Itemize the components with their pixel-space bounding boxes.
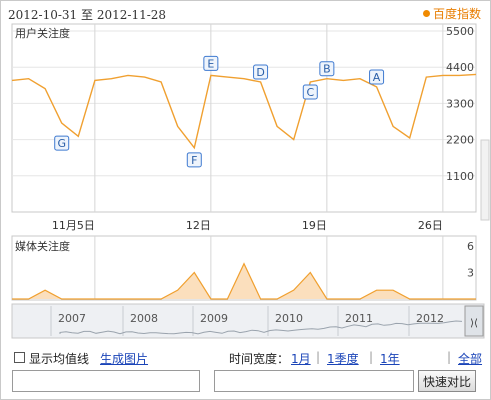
event-marker-label: F	[191, 154, 197, 167]
event-marker-label: B	[323, 63, 331, 76]
y-tick-label: 5500	[446, 25, 474, 38]
main-chart-label: 用户关注度	[15, 26, 70, 40]
side-scroll-handle[interactable]	[480, 139, 490, 221]
compare-keyword-input-2[interactable]	[214, 370, 414, 392]
quick-compare-button[interactable]: 快速对比	[418, 370, 476, 392]
x-tick-label: 11月5日	[52, 219, 95, 232]
x-tick-label: 12日	[186, 219, 211, 232]
show-average-label: 显示均值线	[29, 352, 90, 366]
x-tick-label: 19日	[302, 219, 327, 232]
time-span-1-month[interactable]: 1月	[291, 350, 311, 367]
media-y-tick-label: 6	[467, 240, 474, 253]
y-tick-label: 1100	[446, 170, 474, 183]
event-marker-label: D	[256, 66, 264, 79]
separator: |	[316, 350, 321, 364]
time-span-1-year[interactable]: 1年	[380, 350, 400, 367]
event-marker-label: C	[306, 86, 314, 99]
event-marker-label: G	[57, 137, 66, 150]
time-span-label: 时间宽度：	[229, 352, 290, 366]
chart-area: 5500 4400 3300 2200 1100 11月5日 12日 19日 26日 用户关注度 G…	[11, 23, 490, 339]
x-tick-label: 26日	[418, 219, 443, 232]
timeline-year-label: 2007	[58, 312, 86, 325]
timeline-year-label: 2010	[275, 312, 303, 325]
main-chart-frame	[11, 23, 477, 213]
time-span-1-quarter[interactable]: 1季度	[327, 350, 359, 367]
separator: |	[447, 350, 452, 364]
separator: |	[369, 350, 374, 364]
event-marker-label: A	[373, 71, 381, 84]
timeline-year-label: 2011	[345, 312, 373, 325]
time-span-all[interactable]: 全部	[458, 350, 482, 367]
show-average-checkbox[interactable]	[14, 352, 25, 363]
drag-handle-icon: ⟩⟨	[470, 318, 478, 329]
compare-keyword-input-1[interactable]	[12, 370, 200, 392]
event-marker-label: E	[207, 57, 214, 70]
timeline-year-label: 2009	[200, 312, 228, 325]
y-tick-label: 3300	[446, 97, 474, 110]
timeline-year-label: 2008	[130, 312, 158, 325]
generate-image-link[interactable]: 生成图片	[100, 350, 148, 367]
y-tick-label: 2200	[446, 134, 474, 147]
media-y-tick-label: 3	[467, 267, 474, 280]
y-tick-label: 4400	[446, 61, 474, 74]
media-chart-label: 媒体关注度	[15, 239, 70, 253]
